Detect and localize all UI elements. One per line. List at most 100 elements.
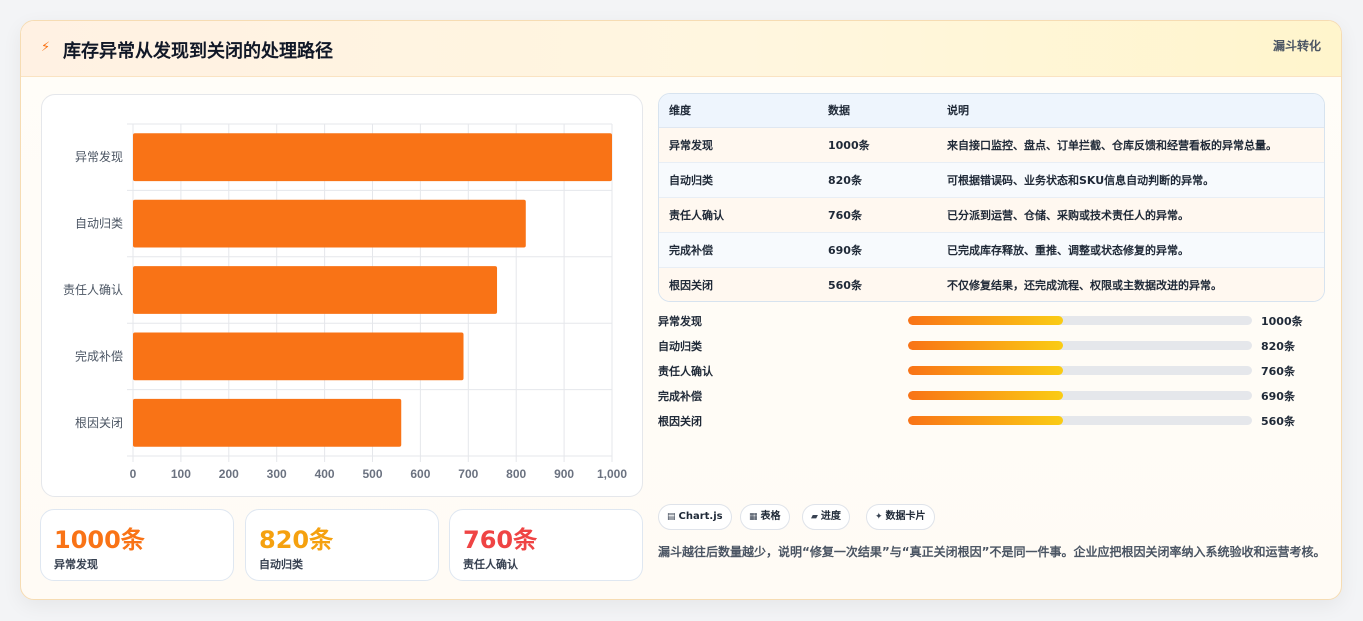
progress-fill bbox=[908, 341, 1063, 350]
progress-label: 自动归类 bbox=[658, 340, 702, 353]
progress-track bbox=[908, 316, 1252, 325]
table-cell: 责任人确认 bbox=[659, 197, 818, 233]
table-row: 完成补偿 690条 已完成库存释放、重推、调整或状态修复的异常。 bbox=[659, 232, 1324, 268]
kpi-card-3: 760条 责任人确认 bbox=[449, 509, 643, 581]
bar bbox=[133, 398, 402, 447]
progress-icon: ▰ bbox=[811, 512, 818, 522]
data-card-pill[interactable]: ✦ 数据卡片 bbox=[866, 504, 935, 530]
kpi-value: 1000条 bbox=[54, 526, 145, 554]
bar bbox=[133, 266, 498, 314]
progress-row: 自动归类 820条 bbox=[658, 338, 1325, 354]
table-cell: 已分派到运营、仓储、采购或技术责任人的异常。 bbox=[937, 197, 1324, 233]
table-cell: 1000条 bbox=[818, 127, 937, 163]
x-tick-label: 0 bbox=[130, 467, 137, 481]
table-cell: 来自接口监控、盘点、订单拦截、仓库反馈和经营看板的异常总量。 bbox=[937, 127, 1324, 163]
table-icon: ▦ bbox=[749, 512, 758, 522]
card-header: ⚡ 库存异常从发现到关闭的处理路径 漏斗转化 bbox=[21, 21, 1341, 77]
y-category-label: 自动归类 bbox=[75, 217, 123, 231]
x-tick-label: 1,000 bbox=[597, 467, 627, 481]
y-category-label: 根因关闭 bbox=[75, 416, 123, 430]
x-tick-label: 500 bbox=[362, 467, 382, 481]
lightning-icon: ⚡ bbox=[41, 40, 51, 55]
y-category-label: 异常发现 bbox=[75, 149, 123, 164]
progress-track bbox=[908, 366, 1252, 375]
progress-row: 责任人确认 760条 bbox=[658, 363, 1325, 379]
x-tick-label: 900 bbox=[554, 467, 574, 481]
table-cell: 异常发现 bbox=[659, 127, 818, 163]
table-cell: 560条 bbox=[818, 267, 937, 301]
pill-label: 进度 bbox=[820, 511, 841, 522]
pill-label: 数据卡片 bbox=[885, 511, 926, 522]
progress-value: 820条 bbox=[1261, 340, 1295, 353]
table-header-cell: 维度 bbox=[659, 94, 818, 128]
table-header-cell: 说明 bbox=[937, 94, 1324, 128]
y-category-label: 完成补偿 bbox=[75, 348, 123, 363]
progress-row: 根因关闭 560条 bbox=[658, 413, 1325, 429]
y-category-label: 责任人确认 bbox=[63, 283, 123, 297]
table-row: 根因关闭 560条 不仅修复结果，还完成流程、权限或主数据改进的异常。 bbox=[659, 267, 1324, 301]
kpi-value: 760条 bbox=[463, 526, 538, 554]
progress-track bbox=[908, 341, 1252, 350]
progress-fill bbox=[908, 391, 1063, 400]
x-tick-label: 200 bbox=[219, 467, 239, 481]
table-header-row: 维度 数据 说明 bbox=[659, 94, 1324, 128]
x-tick-label: 100 bbox=[171, 467, 191, 481]
bar bbox=[133, 199, 526, 248]
table-cell: 自动归类 bbox=[659, 162, 818, 198]
progress-label: 异常发现 bbox=[658, 315, 702, 328]
progress-row: 异常发现 1000条 bbox=[658, 313, 1325, 329]
kpi-label: 自动归类 bbox=[259, 558, 303, 571]
insight-note: 漏斗越往后数量越少，说明“修复一次结果”与“真正关闭根因”不是同一件事。企业应把… bbox=[658, 545, 1326, 559]
pill-label: 表格 bbox=[760, 511, 781, 522]
bar-chart-panel: 0 100 200 300 400 500 600 700 800 900 1,000 异常发现自动归… bbox=[41, 94, 643, 497]
table-cell: 760条 bbox=[818, 197, 937, 233]
kpi-card-2: 820条 自动归类 bbox=[245, 509, 439, 581]
bar bbox=[133, 133, 612, 182]
chart-icon: ▤ bbox=[667, 512, 676, 522]
progress-label: 责任人确认 bbox=[658, 365, 713, 378]
x-tick-label: 700 bbox=[458, 467, 478, 481]
x-tick-label: 300 bbox=[267, 467, 287, 481]
table-cell: 不仅修复结果，还完成流程、权限或主数据改进的异常。 bbox=[937, 267, 1324, 301]
progress-track bbox=[908, 416, 1252, 425]
table-cell: 690条 bbox=[818, 232, 937, 268]
data-table: 维度 数据 说明 异常发现 1000条 来自接口监控、盘点、订单拦截、仓库反馈和… bbox=[658, 93, 1325, 302]
progress-value: 560条 bbox=[1261, 415, 1295, 428]
table-cell: 根因关闭 bbox=[659, 267, 818, 301]
table-row: 自动归类 820条 可根据错误码、业务状态和SKU信息自动判断的异常。 bbox=[659, 162, 1324, 198]
progress-label: 完成补偿 bbox=[658, 390, 702, 403]
table-cell: 可根据错误码、业务状态和SKU信息自动判断的异常。 bbox=[937, 162, 1324, 198]
x-tick-label: 600 bbox=[410, 467, 430, 481]
table-row: 异常发现 1000条 来自接口监控、盘点、订单拦截、仓库反馈和经营看板的异常总量… bbox=[659, 127, 1324, 163]
progress-track bbox=[908, 391, 1252, 400]
x-tick-label: 400 bbox=[315, 467, 335, 481]
chart-type-tag: 漏斗转化 bbox=[1272, 39, 1321, 53]
progress-fill bbox=[908, 316, 1063, 325]
kpi-label: 责任人确认 bbox=[463, 558, 518, 571]
table-pill[interactable]: ▦ 表格 bbox=[740, 504, 790, 530]
progress-pill[interactable]: ▰ 进度 bbox=[802, 504, 850, 530]
kpi-card-1: 1000条 异常发现 bbox=[40, 509, 234, 581]
table-row: 责任人确认 760条 已分派到运营、仓储、采购或技术责任人的异常。 bbox=[659, 197, 1324, 233]
sparkle-icon: ✦ bbox=[875, 512, 883, 522]
progress-value: 1000条 bbox=[1261, 315, 1303, 328]
page-title: 库存异常从发现到关闭的处理路径 bbox=[63, 41, 333, 62]
kpi-value: 820条 bbox=[259, 526, 334, 554]
progress-value: 690条 bbox=[1261, 390, 1295, 403]
pill-label: Chart.js bbox=[678, 511, 723, 522]
progress-fill bbox=[908, 416, 1063, 425]
progress-fill bbox=[908, 366, 1063, 375]
table-cell: 完成补偿 bbox=[659, 232, 818, 268]
bar-chart: 0 100 200 300 400 500 600 700 800 900 1,000 异常发现自动归… bbox=[63, 123, 627, 481]
progress-value: 760条 bbox=[1261, 365, 1295, 378]
kpi-label: 异常发现 bbox=[54, 558, 98, 571]
chartjs-pill[interactable]: ▤ Chart.js bbox=[658, 504, 732, 530]
x-tick-label: 800 bbox=[506, 467, 526, 481]
table-cell: 已完成库存释放、重推、调整或状态修复的异常。 bbox=[937, 232, 1324, 268]
table-header-cell: 数据 bbox=[818, 94, 937, 128]
progress-row: 完成补偿 690条 bbox=[658, 388, 1325, 404]
progress-label: 根因关闭 bbox=[658, 415, 702, 428]
main-card: ⚡ 库存异常从发现到关闭的处理路径 漏斗转化 0 100 200 300 400 500 6… bbox=[20, 20, 1342, 600]
table-cell: 820条 bbox=[818, 162, 937, 198]
bar bbox=[133, 332, 464, 381]
